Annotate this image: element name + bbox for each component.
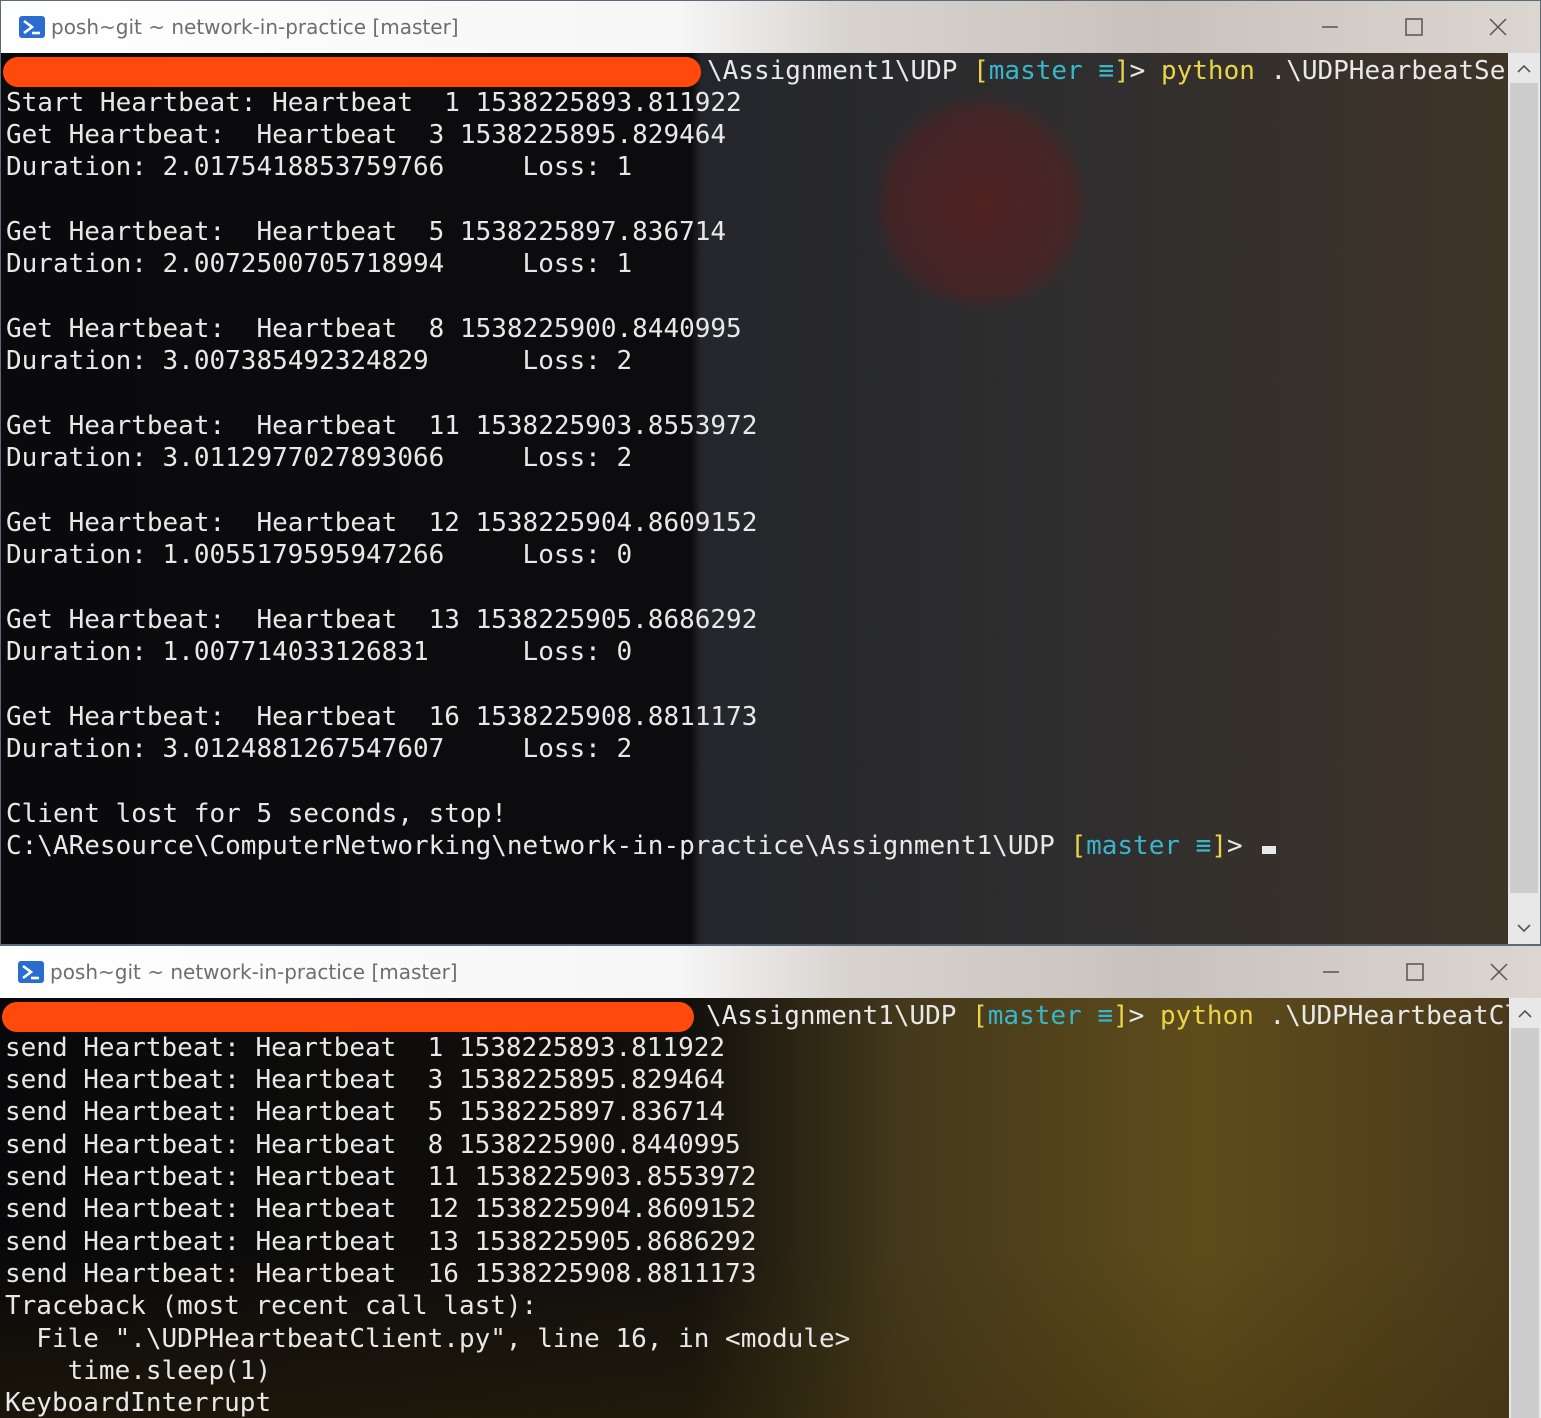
scroll-thumb[interactable] [1510,83,1538,893]
output-line: send Heartbeat: Heartbeat 12 1538225904.… [5,1194,757,1224]
close-icon [1489,18,1507,36]
output-line: Get Heartbeat: Heartbeat 8 1538225900.84… [6,314,742,344]
output-line: send Heartbeat: Heartbeat 1 1538225893.8… [5,1033,726,1063]
command-line: \Assignment1\UDP [master ≡]> python .\UD… [706,1001,1541,1031]
output-line: Duration: 2.0072500705718994 Loss: 1 [6,249,633,279]
close-button[interactable] [1457,946,1541,998]
title-bar[interactable]: posh~git ~ network-in-practice [master] [0,946,1541,998]
window-title: posh~git ~ network-in-practice [master] [50,960,458,984]
scroll-up-button[interactable] [1508,55,1540,83]
output-line: send Heartbeat: Heartbeat 8 1538225900.8… [5,1130,741,1160]
scroll-up-icon [1517,64,1531,73]
output-line: send Heartbeat: Heartbeat 16 1538225908.… [5,1259,757,1289]
output-line: Get Heartbeat: Heartbeat 12 1538225904.8… [6,508,758,538]
output-line: Get Heartbeat: Heartbeat 5 1538225897.83… [6,217,727,247]
redacted-path [3,57,701,87]
scroll-down-icon [1517,924,1531,933]
scroll-down-button[interactable] [1508,914,1540,942]
maximize-icon [1406,963,1424,981]
output-line: Start Heartbeat: Heartbeat 1 1538225893.… [6,88,742,118]
output-line: Get Heartbeat: Heartbeat 3 1538225895.82… [6,120,727,150]
output-line: Duration: 3.0112977027893066 Loss: 2 [6,443,633,473]
vertical-scrollbar[interactable] [1508,53,1540,944]
output-line: Duration: 1.0055179595947266 Loss: 0 [6,540,633,570]
output-line: Get Heartbeat: Heartbeat 11 1538225903.8… [6,411,758,441]
console-output[interactable]: \Assignment1\UDP [master ≡]> python .\UD… [1,53,1540,944]
minimize-icon [1322,26,1338,28]
close-button[interactable] [1456,1,1540,53]
output-line: Duration: 1.007714033126831 Loss: 0 [6,637,633,667]
output-line: Traceback (most recent call last): [5,1291,538,1321]
maximize-icon [1405,18,1423,36]
client-console-window[interactable]: posh~git ~ network-in-practice [master] … [0,945,1541,1418]
close-icon [1490,963,1508,981]
output-line: Duration: 3.007385492324829 Loss: 2 [6,346,633,376]
output-line: Get Heartbeat: Heartbeat 16 1538225908.8… [6,702,758,732]
title-bar[interactable]: posh~git ~ network-in-practice [master] [1,1,1540,53]
output-line: send Heartbeat: Heartbeat 5 1538225897.8… [5,1097,726,1127]
text-cursor [1262,846,1277,854]
console-output[interactable]: \Assignment1\UDP [master ≡]> python .\UD… [0,998,1541,1418]
powershell-icon [19,16,45,38]
output-line: File ".\UDPHeartbeatClient.py", line 16,… [5,1324,851,1354]
output-line: Duration: 2.0175418853759766 Loss: 1 [6,152,633,182]
scroll-up-button[interactable] [1509,1000,1541,1028]
server-console-window[interactable]: posh~git ~ network-in-practice [master] … [0,0,1541,945]
redacted-path [2,1002,694,1032]
minimize-button[interactable] [1289,946,1373,998]
prompt-line[interactable]: C:\AResource\ComputerNetworking\network-… [6,830,1277,862]
output-line: Duration: 3.0124881267547607 Loss: 2 [6,734,633,764]
minimize-icon [1323,971,1339,973]
window-title: posh~git ~ network-in-practice [master] [51,15,459,39]
scroll-thumb[interactable] [1511,1028,1539,1418]
output-line: send Heartbeat: Heartbeat 11 1538225903.… [5,1162,757,1192]
maximize-button[interactable] [1372,1,1456,53]
minimize-button[interactable] [1288,1,1372,53]
vertical-scrollbar[interactable] [1509,998,1541,1418]
powershell-icon [18,961,44,983]
output-line: Get Heartbeat: Heartbeat 13 1538225905.8… [6,605,758,635]
command-line: \Assignment1\UDP [master ≡]> python .\UD… [707,56,1540,86]
output-line: send Heartbeat: Heartbeat 13 1538225905.… [5,1227,757,1257]
output-line: send Heartbeat: Heartbeat 3 1538225895.8… [5,1065,726,1095]
scroll-up-icon [1518,1009,1532,1018]
output-line: time.sleep(1) [5,1356,272,1386]
output-line: KeyboardInterrupt [5,1388,272,1418]
maximize-button[interactable] [1373,946,1457,998]
output-line: Client lost for 5 seconds, stop! [6,799,507,829]
